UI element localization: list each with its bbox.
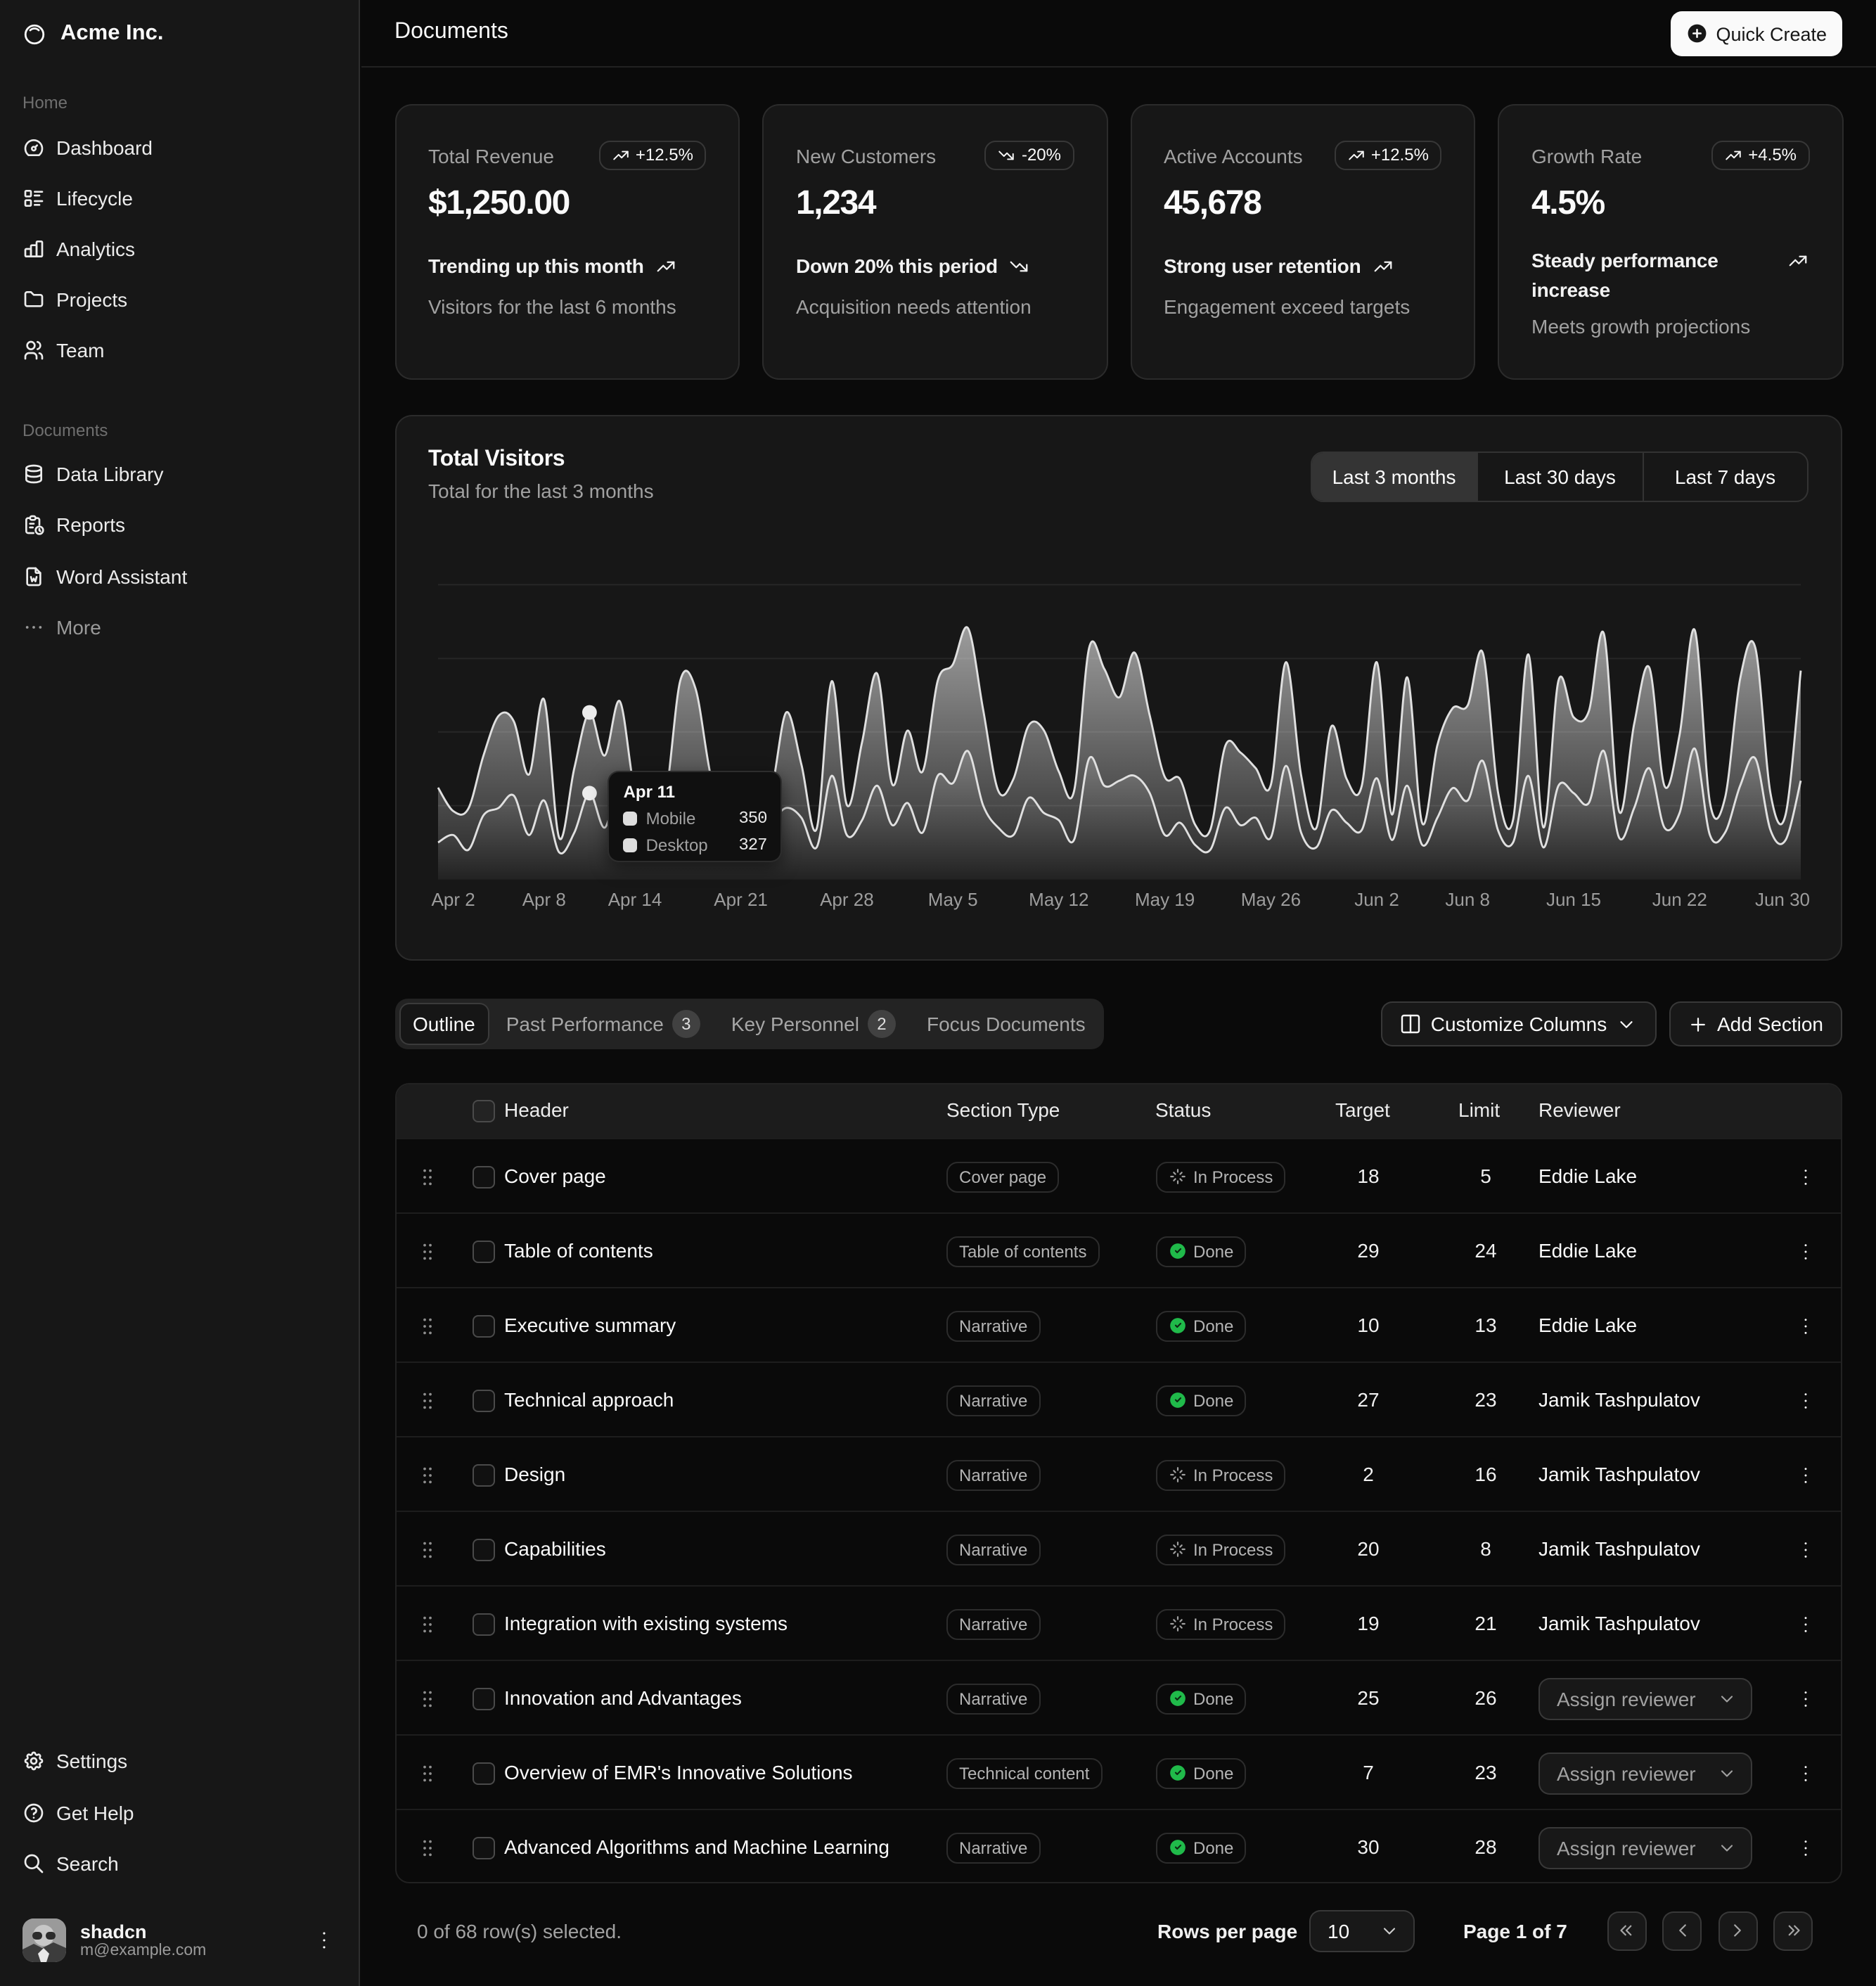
svg-text:Apr 8: Apr 8: [522, 889, 565, 910]
svg-text:Jun 2: Jun 2: [1354, 889, 1399, 910]
svg-text:Jun 15: Jun 15: [1546, 889, 1600, 910]
svg-text:May 19: May 19: [1134, 889, 1194, 910]
svg-text:May 5: May 5: [927, 889, 977, 910]
svg-text:Jun 8: Jun 8: [1444, 889, 1489, 910]
svg-text:Apr 21: Apr 21: [713, 889, 767, 910]
svg-text:Jun 30: Jun 30: [1754, 889, 1809, 910]
svg-text:Apr 28: Apr 28: [819, 889, 873, 910]
svg-text:Apr 14: Apr 14: [608, 889, 662, 910]
svg-text:Jun 22: Jun 22: [1652, 889, 1707, 910]
svg-text:May 12: May 12: [1028, 889, 1088, 910]
svg-text:May 26: May 26: [1240, 889, 1300, 910]
svg-text:Apr 2: Apr 2: [431, 889, 475, 910]
